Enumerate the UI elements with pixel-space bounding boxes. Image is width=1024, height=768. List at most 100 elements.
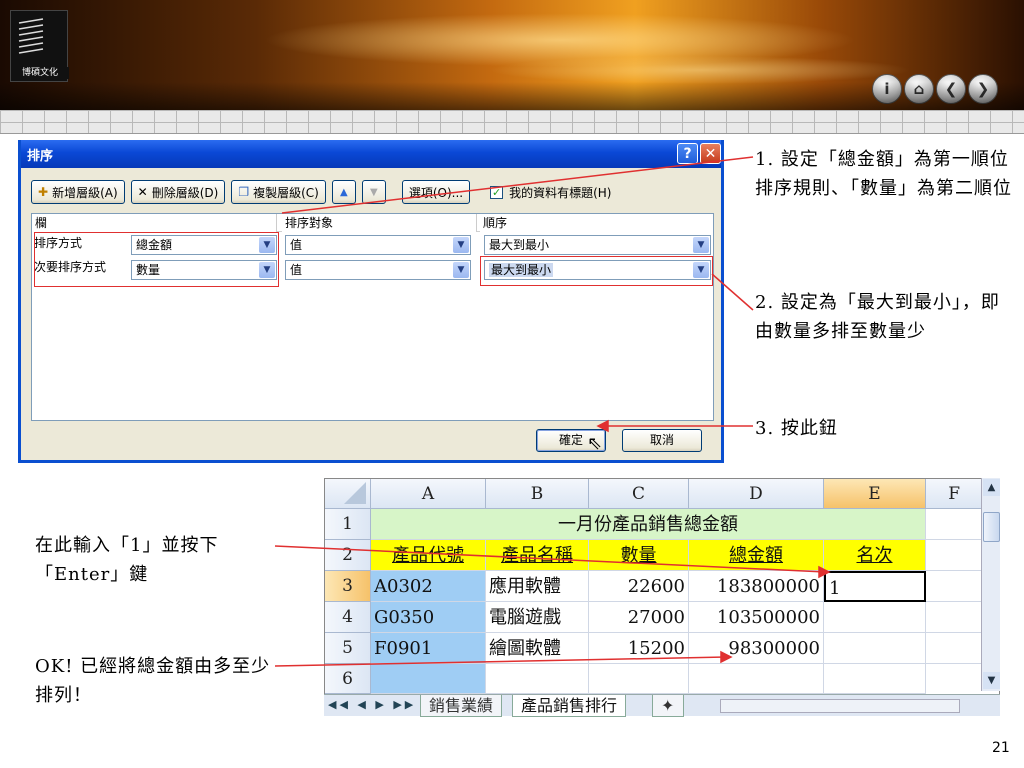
column-header-c[interactable]: C <box>589 479 689 509</box>
options-label: 選項(O)... <box>408 185 464 200</box>
dialog-titlebar[interactable]: 排序 <box>21 140 721 168</box>
table-cell[interactable] <box>589 664 689 694</box>
copy-level-button[interactable]: ❐ 複製層級(C) <box>231 180 326 204</box>
scroll-thumb[interactable] <box>983 512 1000 542</box>
sort-toolbar: ✚ 新增層級(A) ✕ 刪除層級(D) ❐ 複製層級(C) ▲ ▼ 選項(O).… <box>31 180 611 204</box>
order-highlight-box <box>480 256 713 286</box>
sheet-tab-bar: ◀◀ ◀ ▶ ▶▶ 銷售業績 產品銷售排行 ✦ <box>324 694 1000 717</box>
add-level-icon: ✚ <box>38 185 49 199</box>
cancel-button[interactable]: 取消 <box>622 429 702 452</box>
sort-dialog: 排序 ? ✕ ✚ 新增層級(A) ✕ 刪除層級(D) ❐ 複製層級(C) ▲ ▼… <box>18 140 724 463</box>
logo-mark-icon <box>18 18 44 54</box>
slide-banner: 博碩文化 i ⌂ ❮ ❯ <box>0 0 1024 110</box>
annotation-step-3: 3. 按此鈕 <box>755 418 838 439</box>
sort-on-value: 值 <box>290 238 303 252</box>
scroll-up-icon[interactable]: ▲ <box>983 479 1000 496</box>
close-button[interactable]: ✕ <box>700 143 721 164</box>
sort-on-value: 值 <box>290 263 303 277</box>
row-header-6[interactable]: 6 <box>325 664 371 694</box>
spreadsheet: A B C D E F 1 2 3 4 5 6 一月份產品銷售總金額 產品代號 … <box>324 478 1000 716</box>
row-header-1[interactable]: 1 <box>325 509 371 540</box>
row-header-3[interactable]: 3 <box>325 571 371 602</box>
order-value: 最大到最小 <box>489 238 550 252</box>
annotation-step-1: 1. 設定「總金額」為第一順位排序規則、「數量」為第二順位 <box>755 149 1012 199</box>
table-cell[interactable] <box>486 664 589 694</box>
options-button[interactable]: 選項(O)... <box>401 180 471 204</box>
header-cell-name[interactable]: 產品名稱 <box>486 540 589 571</box>
table-cell[interactable]: 22600 <box>589 571 689 602</box>
mouse-cursor-icon: ⇖ <box>587 433 603 454</box>
table-cell[interactable]: 27000 <box>589 602 689 633</box>
forward-icon[interactable]: ❯ <box>968 74 998 104</box>
active-cell-rank[interactable]: 1 <box>824 571 926 602</box>
table-cell[interactable] <box>824 602 926 633</box>
scroll-down-icon[interactable]: ▼ <box>983 672 1000 689</box>
header-cell-code[interactable]: 產品代號 <box>371 540 486 571</box>
table-cell[interactable]: F0901 <box>371 633 486 664</box>
column-header-e[interactable]: E <box>824 479 926 509</box>
row-header-5[interactable]: 5 <box>325 633 371 664</box>
annotation-sorted-ok: OK! 已經將總金額由多至少排列！ <box>35 656 271 706</box>
arrow-down-icon: ▼ <box>369 186 378 198</box>
table-cell[interactable]: 103500000 <box>689 602 824 633</box>
horizontal-scrollbar[interactable] <box>720 699 960 713</box>
delete-level-button[interactable]: ✕ 刪除層級(D) <box>130 180 226 204</box>
has-header-option[interactable]: ✓ 我的資料有標題(H) <box>490 184 611 201</box>
tab-product-ranking[interactable]: 產品銷售排行 <box>512 695 627 717</box>
copy-level-label: 複製層級(C) <box>253 185 319 200</box>
chevron-down-icon[interactable]: ▼ <box>693 237 709 253</box>
table-cell[interactable] <box>371 664 486 694</box>
table-cell[interactable] <box>824 633 926 664</box>
table-cell[interactable]: 繪圖軟體 <box>486 633 589 664</box>
header-cell-total[interactable]: 總金額 <box>689 540 824 571</box>
table-cell[interactable]: 應用軟體 <box>486 571 589 602</box>
select-all-corner[interactable] <box>325 479 371 509</box>
sort-on-select[interactable]: 值 ▼ <box>285 235 471 255</box>
table-cell[interactable]: 183800000 <box>689 571 824 602</box>
annotation-enter-rank: 在此輸入「1」並按下「Enter」鍵 <box>35 535 219 585</box>
sort-on-select[interactable]: 值 ▼ <box>285 260 471 280</box>
table-cell[interactable]: 98300000 <box>689 633 824 664</box>
table-cell[interactable] <box>824 664 926 694</box>
insert-sheet-icon[interactable]: ✦ <box>652 695 684 717</box>
arrow-up-icon: ▲ <box>339 186 348 198</box>
info-icon[interactable]: i <box>872 74 902 104</box>
move-down-button[interactable]: ▼ <box>361 180 386 204</box>
vertical-scrollbar[interactable]: ▲ ▼ <box>981 478 1000 691</box>
sheet-title-cell[interactable]: 一月份產品銷售總金額 <box>371 509 926 540</box>
row-header-4[interactable]: 4 <box>325 602 371 633</box>
move-up-button[interactable]: ▲ <box>331 180 356 204</box>
tab-navigation-icon[interactable]: ◀◀ ◀ ▶ ▶▶ <box>328 698 416 711</box>
row-header-2[interactable]: 2 <box>325 540 371 571</box>
decorative-grid-strip <box>0 110 1024 134</box>
sort-on-header: 排序對象 <box>282 214 477 232</box>
table-cell[interactable]: A0302 <box>371 571 486 602</box>
dialog-title: 排序 <box>27 148 54 164</box>
page-number: 21 <box>992 740 1010 756</box>
table-cell[interactable]: 15200 <box>589 633 689 664</box>
logo-text: 博碩文化 <box>11 67 69 79</box>
header-cell-rank[interactable]: 名次 <box>824 540 926 571</box>
sort-levels-grid: 欄 排序對象 順序 排序方式 總金額 ▼ 值 ▼ 最大到最小 ▼ 次要排序方式 … <box>31 213 714 421</box>
add-level-button[interactable]: ✚ 新增層級(A) <box>31 180 125 204</box>
has-header-checkbox[interactable]: ✓ <box>490 185 504 199</box>
table-cell[interactable]: G0350 <box>371 602 486 633</box>
publisher-logo: 博碩文化 <box>10 10 69 82</box>
slide-nav: i ⌂ ❮ ❯ <box>872 74 998 104</box>
column-header-b[interactable]: B <box>486 479 589 509</box>
chevron-down-icon[interactable]: ▼ <box>453 237 469 253</box>
header-cell-quantity[interactable]: 數量 <box>589 540 689 571</box>
tab-sales-performance[interactable]: 銷售業績 <box>420 695 503 717</box>
delete-icon: ✕ <box>137 185 148 199</box>
table-cell[interactable]: 電腦遊戲 <box>486 602 589 633</box>
order-select[interactable]: 最大到最小 ▼ <box>484 235 711 255</box>
has-header-label: 我的資料有標題(H) <box>509 185 612 200</box>
back-icon[interactable]: ❮ <box>936 74 966 104</box>
home-icon[interactable]: ⌂ <box>904 74 934 104</box>
copy-icon: ❐ <box>238 185 250 199</box>
table-cell[interactable] <box>689 664 824 694</box>
chevron-down-icon[interactable]: ▼ <box>453 262 469 278</box>
help-button[interactable]: ? <box>677 143 698 164</box>
column-header-d[interactable]: D <box>689 479 824 509</box>
column-header-a[interactable]: A <box>371 479 486 509</box>
